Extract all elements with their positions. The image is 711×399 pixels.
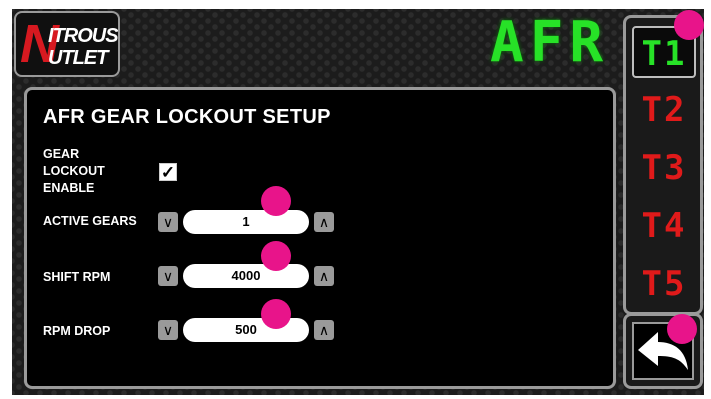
touch-marker [667,314,697,344]
active-gears-field[interactable]: 1 [183,210,309,234]
screen: N ITROUS UTLET AFR AFR GEAR LOCKOUT SETU… [12,9,704,395]
mode-display: AFR [490,10,610,75]
setup-panel: AFR GEAR LOCKOUT SETUP GEAR LOCKOUT ENAB… [24,87,616,389]
touch-marker [261,186,291,216]
logo-line-1: ITROUS [48,25,118,47]
shift-rpm-increment-button[interactable]: ∧ [314,266,334,286]
shift-rpm-label: SHIFT RPM [43,270,111,284]
shift-rpm-field[interactable]: 4000 [183,264,309,288]
gear-lockout-label: GEAR LOCKOUT ENABLE [43,147,105,195]
active-gears-decrement-button[interactable]: ∨ [158,212,178,232]
rpm-drop-field[interactable]: 500 [183,318,309,342]
logo-line-2: UTLET [48,47,108,69]
active-gears-increment-button[interactable]: ∧ [314,212,334,232]
tab-t5[interactable]: T5 [632,258,696,310]
tab-t2[interactable]: T2 [632,84,696,136]
panel-title: AFR GEAR LOCKOUT SETUP [43,106,331,128]
tab-t3[interactable]: T3 [632,142,696,194]
gear-lockout-checkbox[interactable]: ✓ [159,163,177,181]
touch-marker [261,241,291,271]
rpm-drop-label: RPM DROP [43,324,111,338]
touch-marker [261,299,291,329]
active-gears-label: ACTIVE GEARS [43,214,137,228]
touch-marker [674,10,704,40]
tab-t4[interactable]: T4 [632,200,696,252]
nitrous-outlet-logo: N ITROUS UTLET [14,11,120,77]
rpm-drop-increment-button[interactable]: ∧ [314,320,334,340]
rpm-drop-decrement-button[interactable]: ∨ [158,320,178,340]
shift-rpm-decrement-button[interactable]: ∨ [158,266,178,286]
tab-strip: T1 T2 T3 T4 T5 [623,15,703,315]
